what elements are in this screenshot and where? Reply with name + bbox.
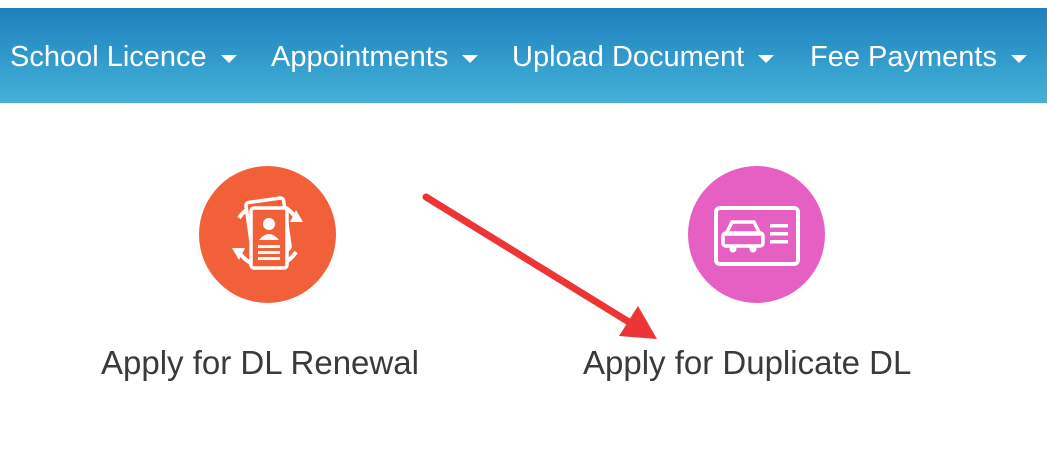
top-strip <box>0 0 1047 8</box>
nav-appointments[interactable]: Appointments <box>271 39 479 75</box>
caret-down-icon <box>220 55 237 63</box>
car-license-card-icon[interactable] <box>688 166 825 303</box>
nav-label: Appointments <box>271 40 449 73</box>
license-renewal-icon[interactable] <box>199 166 336 303</box>
nav-label: Fee Payments <box>810 40 997 73</box>
nav-school-licence[interactable]: School Licence <box>10 39 237 75</box>
caret-down-icon <box>462 55 479 63</box>
nav-label: Upload Document <box>512 40 745 73</box>
nav-fee-payments[interactable]: Fee Payments <box>810 39 1027 75</box>
nav-upload-document[interactable]: Upload Document <box>512 39 775 75</box>
caret-down-icon <box>758 55 775 63</box>
nav-label: School Licence <box>10 40 207 73</box>
apply-dl-renewal-link[interactable]: Apply for DL Renewal <box>101 344 419 382</box>
caret-down-icon <box>1010 55 1027 63</box>
main-navbar: School Licence Appointments Upload Docum… <box>0 8 1047 103</box>
apply-duplicate-dl-link[interactable]: Apply for Duplicate DL <box>583 344 911 382</box>
